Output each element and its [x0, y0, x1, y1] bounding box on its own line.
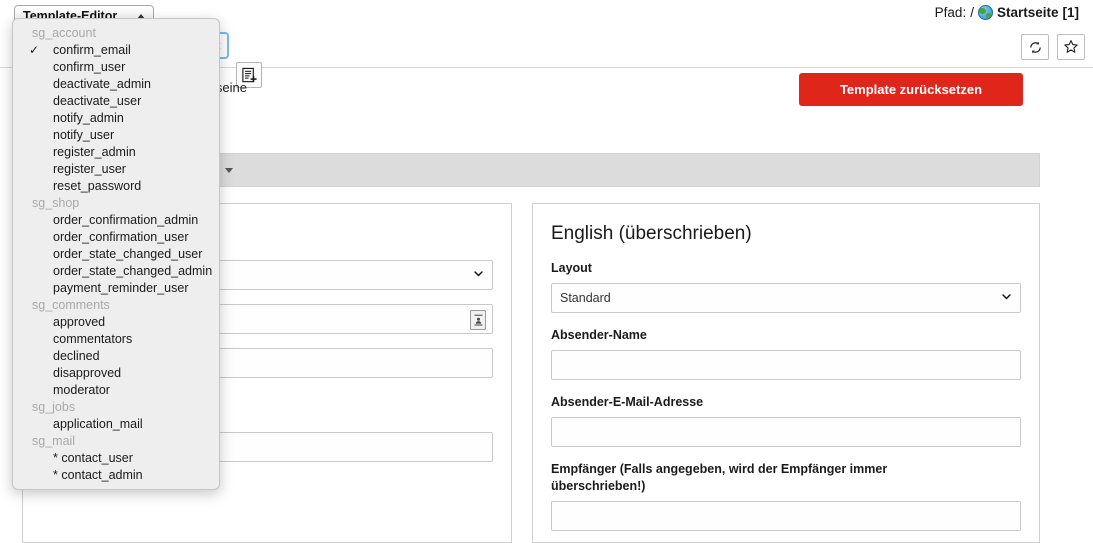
dropdown-group-label: sg_mail: [32, 434, 76, 448]
dropdown-item-label: register_admin: [53, 145, 136, 159]
contact-card-icon[interactable]: [470, 310, 486, 330]
dropdown-item[interactable]: confirm_user: [13, 59, 219, 76]
dropdown-item-label: order_confirmation_admin: [53, 213, 199, 227]
dropdown-item[interactable]: payment_reminder_user: [13, 280, 219, 297]
dropdown-item-label: approved: [53, 315, 106, 329]
panel-english: English (überschrieben) Layout Absender-…: [532, 203, 1040, 543]
panel-english-layout-select-wrap[interactable]: [551, 283, 1021, 313]
page-id-badge: [1]: [1062, 5, 1080, 20]
dropdown-item[interactable]: declined: [13, 348, 219, 365]
dropdown-item[interactable]: application_mail: [13, 416, 219, 433]
panel-english-recipient-label-line2: überschrieben!): [551, 479, 646, 493]
dropdown-item-label: deactivate_admin: [53, 77, 151, 91]
dropdown-item[interactable]: commentators: [13, 331, 219, 348]
page-title[interactable]: Startseite: [997, 5, 1059, 20]
panel-english-layout-select[interactable]: [551, 283, 1021, 313]
dropdown-item[interactable]: * contact_admin: [13, 467, 219, 484]
dropdown-item-label: confirm_email: [53, 43, 131, 57]
dropdown-group-label: sg_jobs: [32, 400, 76, 414]
dropdown-item-label: declined: [53, 349, 100, 363]
path-label: Pfad:: [934, 5, 967, 20]
contact-card-glyph: [474, 314, 482, 326]
panel-english-sender-name-input[interactable]: [551, 350, 1021, 380]
dropdown-item[interactable]: approved: [13, 314, 219, 331]
dropdown-item[interactable]: register_admin: [13, 144, 219, 161]
dropdown-item[interactable]: order_confirmation_user: [13, 229, 219, 246]
dropdown-item-label: deactivate_user: [53, 94, 142, 108]
panel-english-recipient-input[interactable]: [551, 501, 1021, 531]
dropdown-item-label: confirm_user: [53, 60, 126, 74]
dropdown-item[interactable]: notify_admin: [13, 110, 219, 127]
globe-icon: [977, 5, 993, 20]
dropdown-item-label: notify_user: [53, 128, 115, 142]
dropdown-item-label: disapproved: [53, 366, 122, 380]
breadcrumb: Pfad: / Startseite [1]: [935, 5, 1079, 20]
dropdown-item[interactable]: ✓ confirm_email: [13, 42, 219, 59]
dropdown-item-label: * contact_user: [53, 451, 133, 465]
dropdown-item-label: application_mail: [53, 417, 143, 431]
panel-english-sender-name-label: Absender-Name: [551, 328, 647, 342]
dropdown-group-label: sg_account: [32, 26, 96, 40]
path-separator: /: [970, 5, 974, 20]
reset-template-button[interactable]: Template zurücksetzen: [799, 73, 1023, 106]
template-dropdown-menu[interactable]: sg_account ✓ confirm_email confirm_userdeac…: [12, 18, 220, 490]
dropdown-item[interactable]: register_user: [13, 161, 219, 178]
dropdown-item-label: reset_password: [53, 179, 142, 193]
caret-down-icon: [224, 167, 233, 173]
dropdown-item[interactable]: * contact_user: [13, 450, 219, 467]
panel-english-sender-email-label: Absender-E-Mail-Adresse: [551, 395, 704, 409]
dropdown-item[interactable]: deactivate_admin: [13, 76, 219, 93]
panel-english-recipient-label: Empfänger (Falls angegeben, wird der Emp…: [551, 461, 1021, 495]
check-icon: ✓: [29, 43, 40, 57]
dropdown-group-label: sg_shop: [32, 196, 80, 210]
dropdown-item-label: order_state_changed_admin: [53, 264, 213, 278]
dropdown-item[interactable]: order_state_changed_user: [13, 246, 219, 263]
dropdown-item[interactable]: order_confirmation_admin: [13, 212, 219, 229]
dropdown-item-label: commentators: [53, 332, 133, 346]
dropdown-item-label: * contact_admin: [53, 468, 143, 482]
panel-english-recipient-label-line1: Empfänger (Falls angegeben, wird der Emp…: [551, 462, 888, 476]
dropdown-item[interactable]: order_state_changed_admin: [13, 263, 219, 280]
dropdown-group-label: sg_comments: [32, 298, 110, 312]
panel-english-sender-email-input[interactable]: [551, 417, 1021, 447]
panel-english-title: English (überschrieben): [551, 223, 752, 244]
dropdown-item-label: payment_reminder_user: [53, 281, 189, 295]
dropdown-item[interactable]: moderator: [13, 382, 219, 399]
dropdown-item-label: order_state_changed_user: [53, 247, 203, 261]
dropdown-item[interactable]: reset_password: [13, 178, 219, 195]
dropdown-item-label: notify_admin: [53, 111, 124, 125]
dropdown-item[interactable]: deactivate_user: [13, 93, 219, 110]
dropdown-item-label: order_confirmation_user: [53, 230, 189, 244]
panel-english-layout-label: Layout: [551, 261, 592, 275]
dropdown-item-label: moderator: [53, 383, 110, 397]
dropdown-item[interactable]: disapproved: [13, 365, 219, 382]
dropdown-item[interactable]: notify_user: [13, 127, 219, 144]
dropdown-item-label: register_user: [53, 162, 126, 176]
